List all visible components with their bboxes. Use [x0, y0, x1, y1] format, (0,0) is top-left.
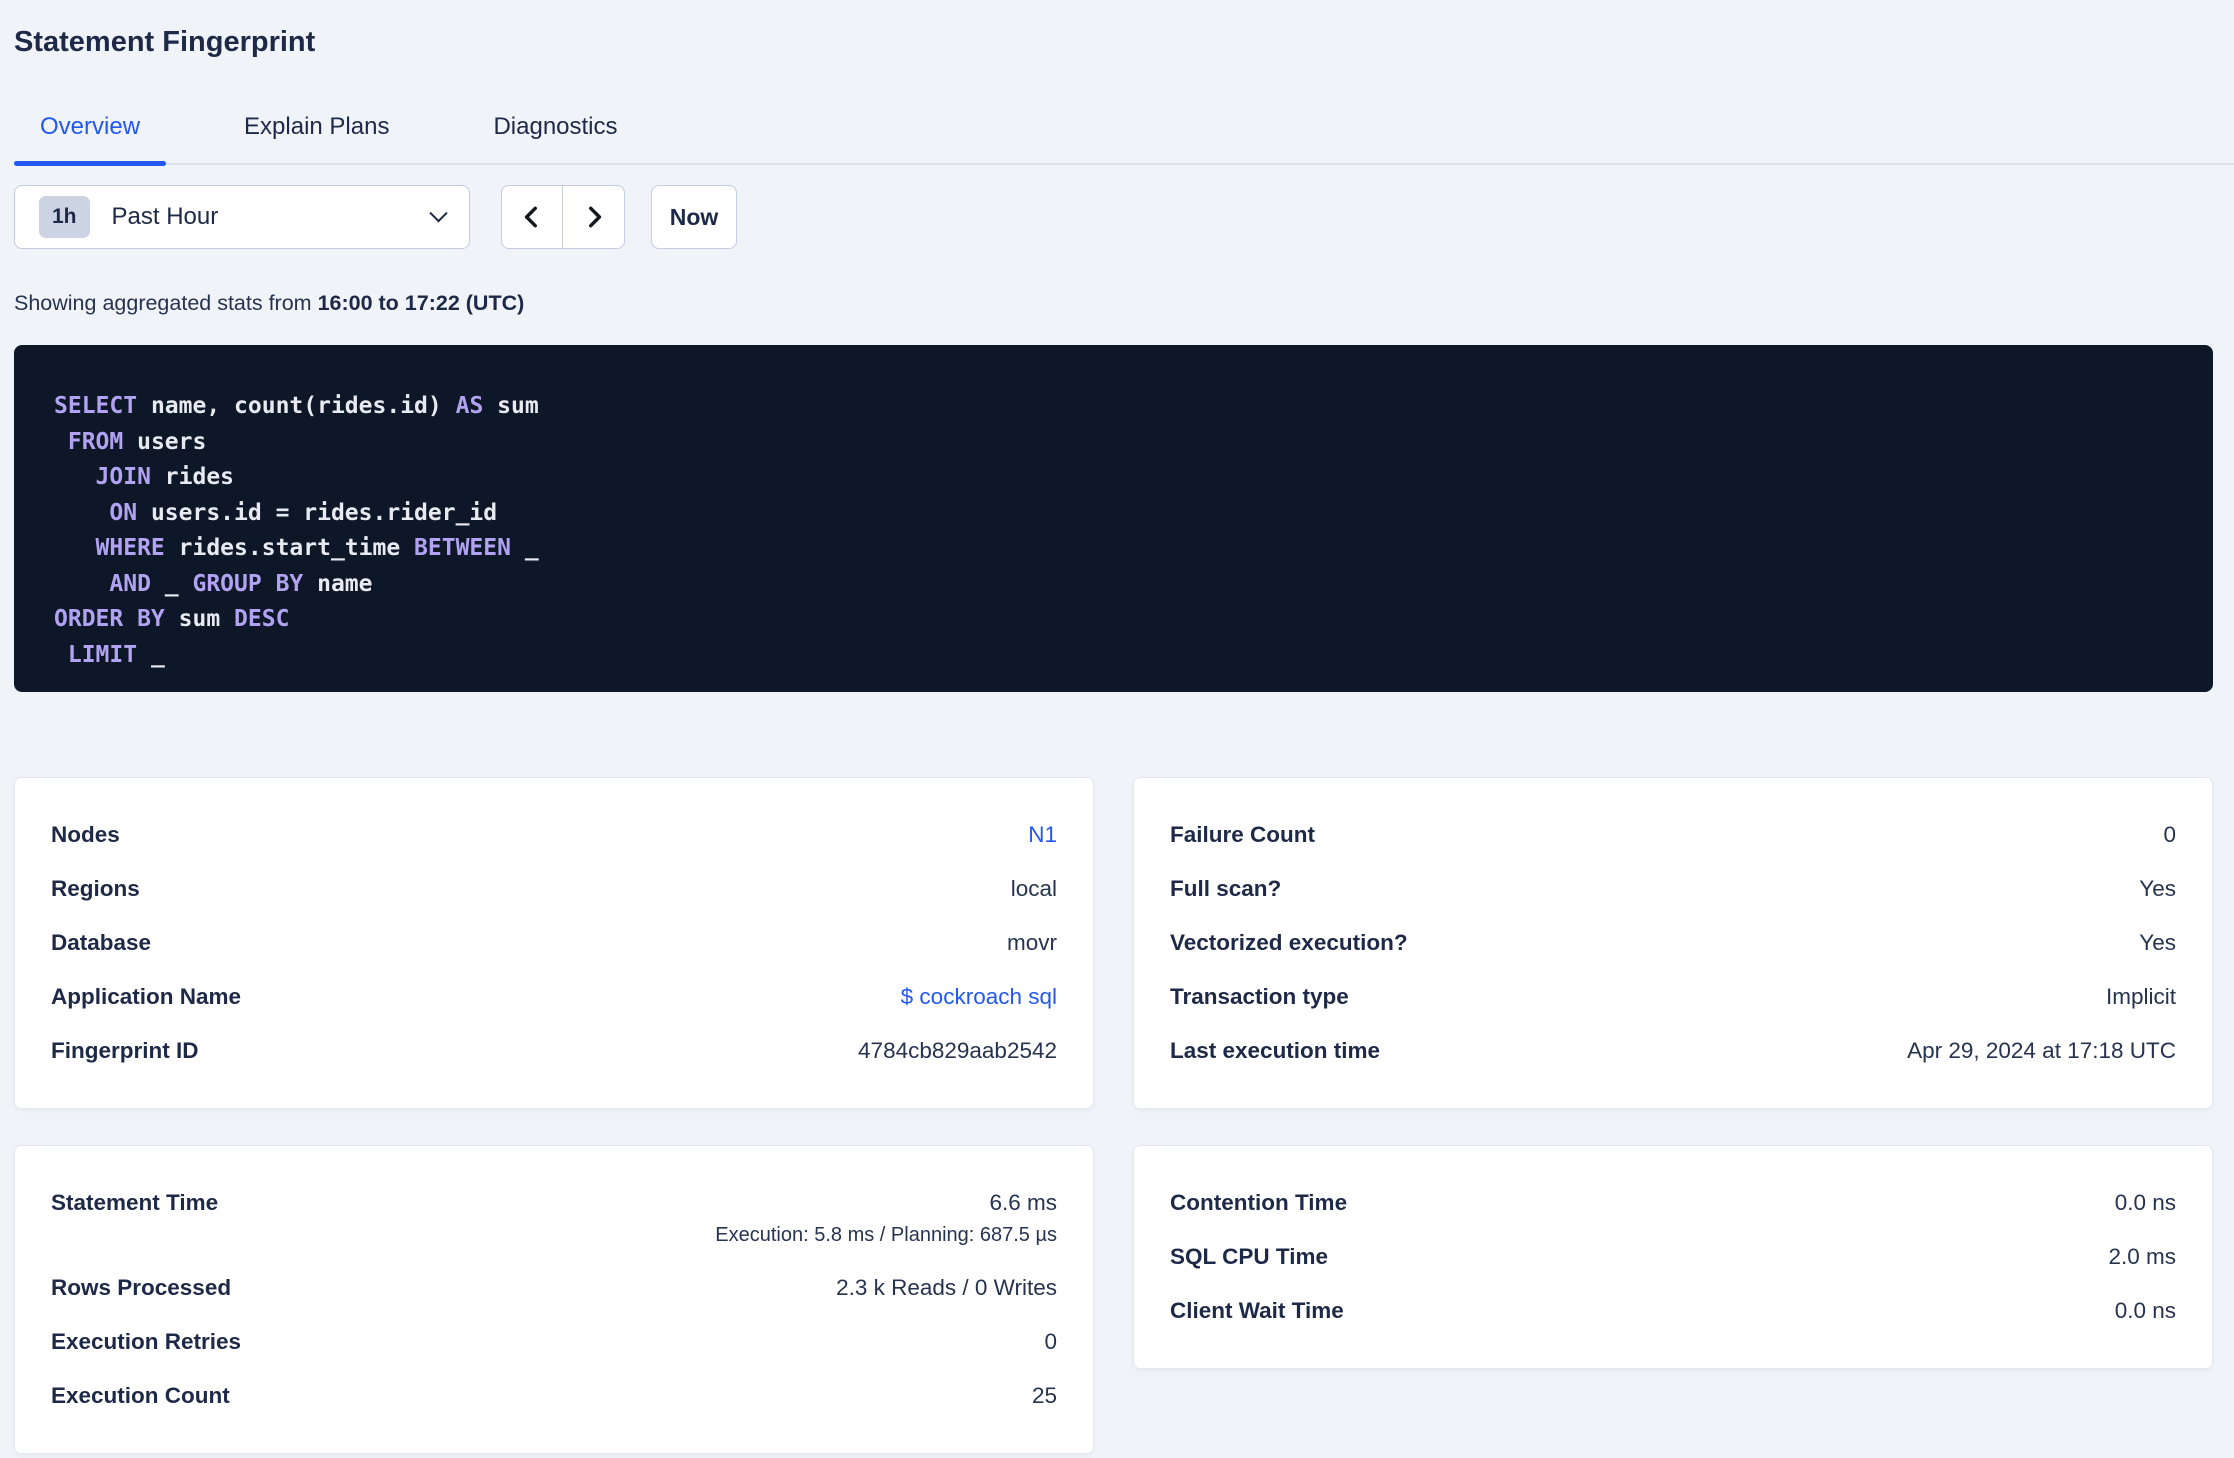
- transaction-type-value: Implicit: [2105, 984, 2176, 1009]
- sql-line: WHERE rides.start_time BETWEEN _: [95, 535, 539, 561]
- row-vectorized-execution: Vectorized execution? Yes: [1170, 916, 2176, 970]
- statement-fingerprint-page: Statement Fingerprint Overview Explain P…: [0, 0, 2234, 1454]
- time-range-label: Past Hour: [111, 203, 219, 230]
- sql-line: FROM users: [67, 428, 207, 455]
- sql-line: ORDER BY sum DESC: [54, 606, 290, 632]
- contention-time-value: 0.0 ns: [2114, 1190, 2176, 1215]
- application-name-label: Application Name: [51, 984, 242, 1009]
- tab-bar: Overview Explain Plans Diagnostics: [14, 112, 2234, 166]
- sql-cpu-time-label: SQL CPU Time: [1170, 1244, 1328, 1269]
- nodes-label: Nodes: [51, 822, 120, 847]
- resource-times-card: Contention Time 0.0 ns SQL CPU Time 2.0 …: [1133, 1145, 2213, 1369]
- row-execution-count: Execution Count 25: [51, 1369, 1057, 1423]
- chevron-down-icon: [429, 203, 448, 222]
- contention-time-label: Contention Time: [1170, 1190, 1348, 1215]
- execution-retries-value: 0: [1044, 1329, 1057, 1354]
- time-range-badge: 1h: [39, 196, 90, 238]
- row-client-wait-time: Client Wait Time 0.0 ns: [1170, 1284, 2176, 1338]
- row-nodes: Nodes N1: [51, 808, 1057, 862]
- regions-label: Regions: [51, 876, 140, 901]
- now-button[interactable]: Now: [651, 185, 737, 249]
- statement-time-value: 6.6 ms: [989, 1190, 1057, 1215]
- prev-range-button[interactable]: [502, 186, 563, 248]
- row-full-scan: Full scan? Yes: [1170, 862, 2176, 916]
- vectorized-execution-label: Vectorized execution?: [1170, 930, 1408, 955]
- tab-overview[interactable]: Overview: [14, 112, 167, 166]
- row-execution-retries: Execution Retries 0: [51, 1315, 1057, 1369]
- row-sql-cpu-time: SQL CPU Time 2.0 ms: [1170, 1230, 2176, 1284]
- row-failure-count: Failure Count 0: [1170, 808, 2176, 862]
- failure-count-value: 0: [2163, 822, 2176, 847]
- row-regions: Regions local: [51, 862, 1057, 916]
- aggregated-stats-line: Showing aggregated stats from 16:00 to 1…: [14, 291, 2213, 316]
- statement-times-card: Statement Time 6.6 ms Execution: 5.8 ms …: [14, 1145, 1094, 1454]
- time-range-select[interactable]: 1h Past Hour: [14, 185, 470, 249]
- sql-line: LIMIT _: [67, 641, 165, 668]
- tab-diagnostics[interactable]: Diagnostics: [467, 112, 643, 163]
- sql-line: JOIN rides: [95, 464, 235, 490]
- row-statement-time: Statement Time 6.6 ms Execution: 5.8 ms …: [51, 1176, 1057, 1261]
- client-wait-time-label: Client Wait Time: [1170, 1298, 1344, 1323]
- tab-diagnostics-label: Diagnostics: [493, 113, 618, 140]
- fingerprint-id-value: 4784cb829aab2542: [858, 1038, 1057, 1063]
- sql-cpu-time-value: 2.0 ms: [2108, 1244, 2176, 1269]
- row-last-execution-time: Last execution time Apr 29, 2024 at 17:1…: [1170, 1024, 2176, 1078]
- database-value: movr: [1007, 930, 1057, 955]
- statement-time-label: Statement Time: [51, 1190, 219, 1215]
- database-label: Database: [51, 930, 152, 955]
- client-wait-time-value: 0.0 ns: [2114, 1298, 2176, 1323]
- sql-statement-box: SELECT name, count(rides.id) AS sum FROM…: [14, 345, 2213, 692]
- full-scan-value: Yes: [2139, 876, 2176, 901]
- rows-processed-label: Rows Processed: [51, 1275, 232, 1300]
- row-contention-time: Contention Time 0.0 ns: [1170, 1176, 2176, 1230]
- sql-line: ON users.id = rides.rider_id: [109, 499, 498, 526]
- sql-line: SELECT name, count(rides.id) AS sum: [54, 393, 539, 419]
- chevron-left-icon: [524, 206, 537, 228]
- row-database: Database movr: [51, 916, 1057, 970]
- rows-processed-value: 2.3 k Reads / 0 Writes: [836, 1275, 1057, 1300]
- vectorized-execution-value: Yes: [2139, 930, 2176, 955]
- chevron-right-icon: [588, 206, 601, 228]
- regions-value: local: [1010, 876, 1057, 901]
- row-application-name: Application Name $ cockroach sql: [51, 970, 1057, 1024]
- last-execution-time-label: Last execution time: [1170, 1038, 1381, 1063]
- stats-line-prefix: Showing aggregated stats from: [14, 291, 318, 315]
- row-fingerprint-id: Fingerprint ID 4784cb829aab2542: [51, 1024, 1057, 1078]
- statement-time-breakdown: Execution: 5.8 ms / Planning: 687.5 µs: [715, 1224, 1057, 1246]
- range-step-group: [501, 185, 625, 249]
- application-name-link[interactable]: $ cockroach sql: [901, 983, 1057, 1011]
- execution-retries-label: Execution Retries: [51, 1329, 242, 1354]
- time-controls: 1h Past Hour Now: [14, 185, 2213, 249]
- tab-overview-label: Overview: [40, 113, 141, 140]
- execution-count-value: 25: [1031, 1383, 1057, 1408]
- next-range-button[interactable]: [563, 186, 624, 248]
- execution-attributes-card: Failure Count 0 Full scan? Yes Vectorize…: [1133, 777, 2213, 1109]
- failure-count-label: Failure Count: [1170, 822, 1315, 847]
- row-transaction-type: Transaction type Implicit: [1170, 970, 2176, 1024]
- row-rows-processed: Rows Processed 2.3 k Reads / 0 Writes: [51, 1261, 1057, 1315]
- full-scan-label: Full scan?: [1170, 876, 1282, 901]
- fingerprint-id-label: Fingerprint ID: [51, 1038, 199, 1063]
- statement-details-card: Nodes N1 Regions local Database movr App…: [14, 777, 1094, 1109]
- nodes-link[interactable]: N1: [1028, 821, 1057, 849]
- page-title: Statement Fingerprint: [14, 26, 316, 58]
- stats-line-range: 16:00 to 17:22 (UTC): [317, 291, 525, 315]
- tab-explain-plans-label: Explain Plans: [244, 113, 390, 140]
- transaction-type-label: Transaction type: [1170, 984, 1349, 1009]
- execution-count-label: Execution Count: [51, 1383, 230, 1408]
- tab-explain-plans[interactable]: Explain Plans: [218, 112, 415, 163]
- sql-line: AND _ GROUP BY name: [109, 570, 373, 597]
- last-execution-time-value: Apr 29, 2024 at 17:18 UTC: [1907, 1038, 2176, 1063]
